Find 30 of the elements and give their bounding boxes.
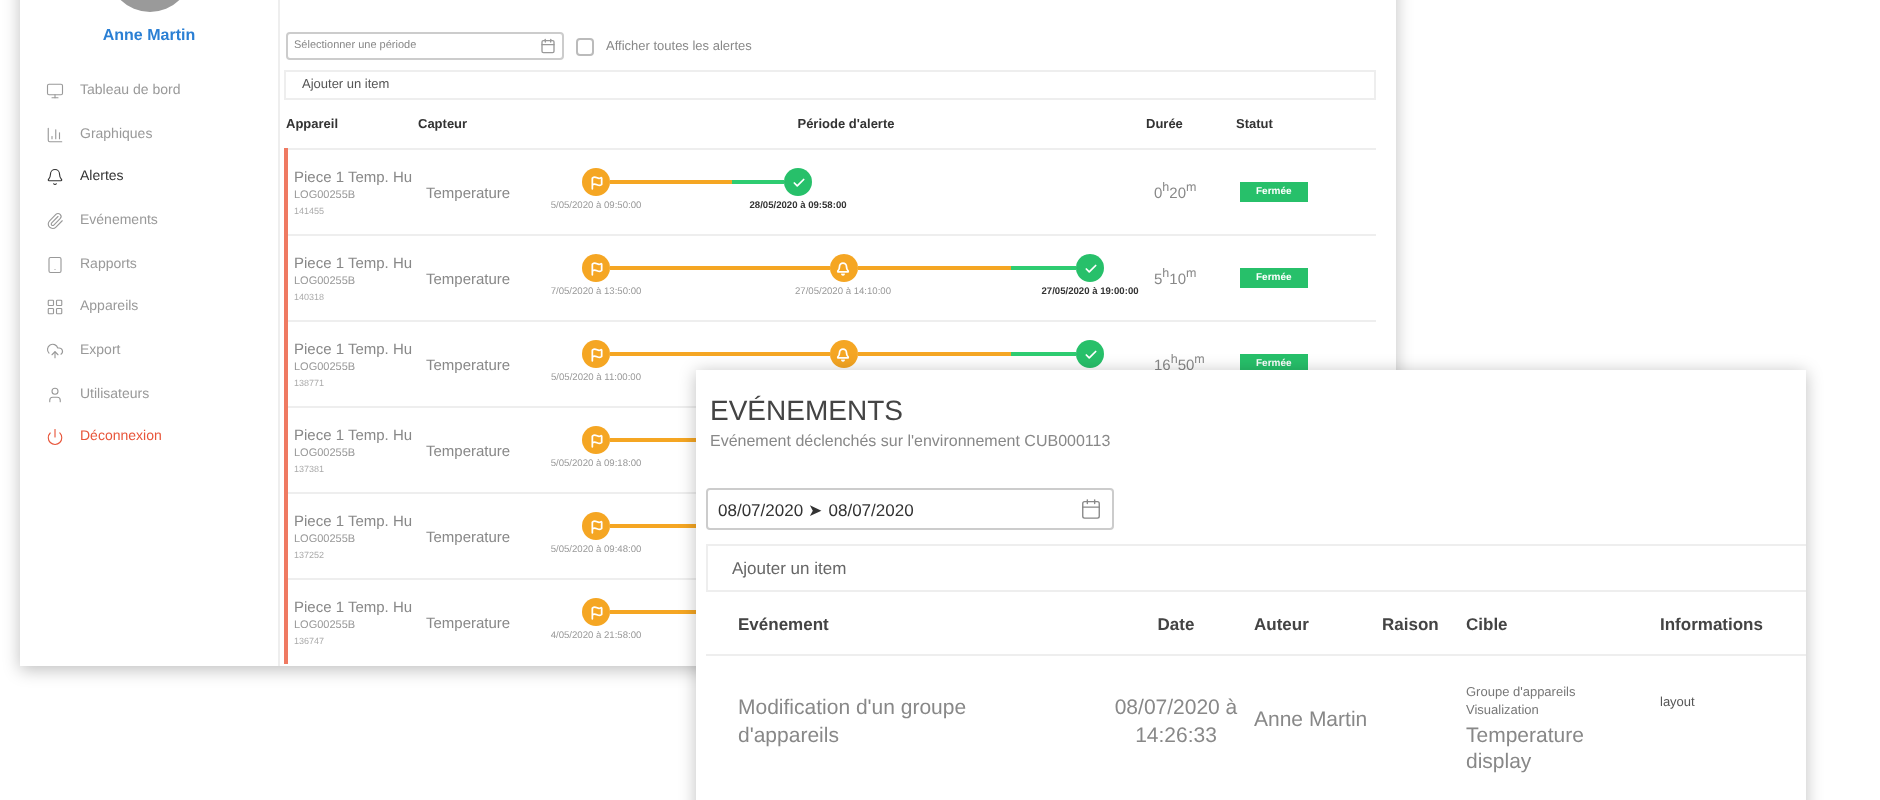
column-header: Informations — [1660, 613, 1765, 633]
checkbox[interactable] — [576, 37, 594, 55]
panel-title: EVÉNEMENTS — [710, 394, 905, 426]
table-cell-text: 08/07/2020 à 14:26:33 — [1112, 694, 1240, 751]
column-header: Date — [1155, 613, 1197, 633]
table-cell-text: Modification d'un groupe d'appareils — [738, 694, 969, 751]
paperclip-icon — [46, 211, 64, 230]
user-icon — [46, 385, 64, 404]
cloud-upload-icon — [46, 341, 64, 360]
monitor-icon — [46, 81, 64, 100]
column-header: Auteur — [1254, 613, 1311, 633]
user-name: Anne Martin — [100, 26, 198, 44]
date-range-field[interactable]: 08/07/2020 ➤ 08/07/2020 — [706, 488, 1114, 530]
bar-chart-icon — [46, 125, 64, 144]
calendar-icon — [540, 38, 556, 54]
power-icon — [46, 428, 64, 447]
column-header: Raison — [1382, 613, 1441, 633]
target-name: Temperature display — [1466, 723, 1586, 779]
tablet-icon — [46, 255, 64, 274]
check-icon — [1076, 254, 1104, 282]
add-item-bar[interactable]: Ajouter un item — [706, 544, 1806, 592]
column-header: Cible — [1466, 613, 1510, 633]
check-icon — [784, 168, 812, 196]
bell-icon — [46, 168, 64, 187]
column-header: Evénement — [738, 613, 831, 633]
panel-subtitle: Evénement déclenchés sur l'environnement CUB000113 — [710, 432, 1113, 450]
table-cell-text: Anne Martin — [1254, 706, 1370, 736]
flag-icon — [582, 168, 610, 196]
grid-icon — [46, 298, 64, 317]
calendar-icon — [1080, 498, 1102, 520]
